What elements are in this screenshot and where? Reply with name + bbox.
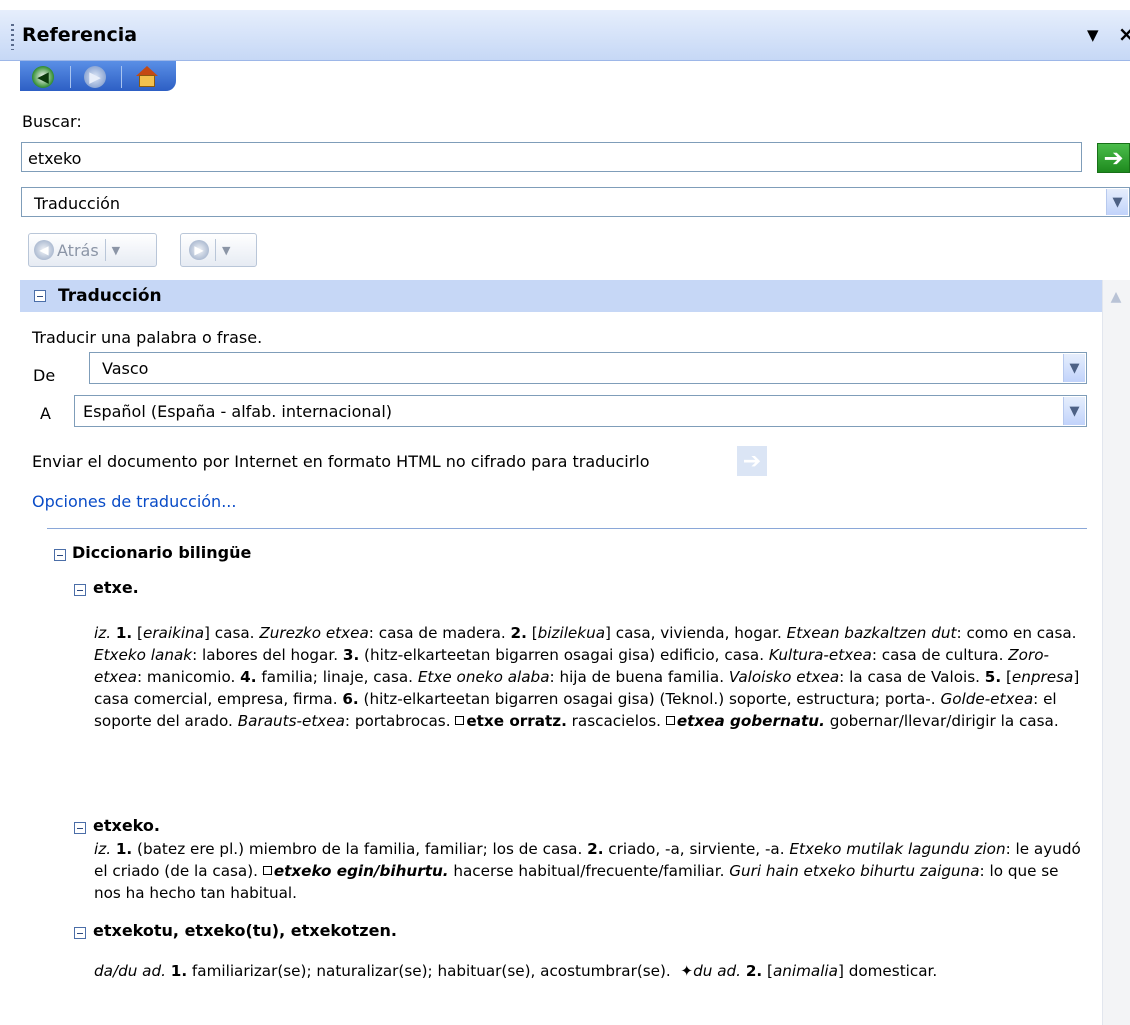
separator [215, 239, 216, 261]
entry-headword: etxekotu, etxeko(tu), etxekotzen. [93, 921, 397, 940]
section-header-translation[interactable] [20, 280, 1102, 312]
from-language-value: Vasco [102, 359, 149, 378]
nav-separator [121, 66, 122, 88]
chevron-down-icon: ▼ [1063, 354, 1085, 382]
collapse-icon[interactable] [74, 927, 86, 939]
top-strip [0, 0, 1130, 10]
to-language-select[interactable]: Español (España - alfab. internacional) … [74, 395, 1087, 427]
collapse-icon[interactable] [34, 290, 46, 302]
translation-options-link[interactable]: Opciones de traducción... [32, 492, 236, 511]
entry-headword: etxe. [93, 578, 139, 597]
scroll-up-icon[interactable]: ▲ [1102, 282, 1130, 312]
chevron-down-icon[interactable]: ▼ [222, 244, 230, 257]
forward-icon[interactable]: ▶ [84, 66, 106, 88]
from-label: De [33, 366, 56, 385]
entry-headword: etxeko. [93, 816, 160, 835]
service-select-value: Traducción [34, 194, 121, 213]
close-button[interactable]: × [1118, 22, 1130, 46]
start-search-button[interactable]: ➔ [1097, 143, 1130, 173]
back-icon: ◀ [34, 240, 54, 260]
from-language-select[interactable]: Vasco ▼ [89, 352, 1087, 384]
chevron-down-icon: ▼ [1063, 397, 1085, 425]
entry-definition: iz. 1. [eraikina] casa. Zurezko etxea: c… [94, 624, 1080, 730]
collapse-icon[interactable] [54, 549, 66, 561]
search-label: Buscar: [22, 112, 82, 131]
collapse-icon[interactable] [74, 822, 86, 834]
service-select[interactable]: Traducción ▼ [21, 187, 1130, 217]
vertical-scrollbar[interactable] [1102, 280, 1130, 1025]
arrow-right-icon: ➔ [742, 448, 762, 474]
entry-definition: da/du ad. 1. familiarizar(se); naturaliz… [94, 962, 938, 980]
section-title: Traducción [58, 286, 162, 306]
back-history-button[interactable]: ◀ Atrás ▼ [28, 233, 157, 267]
arrow-right-icon: ➔ [1103, 144, 1124, 172]
send-document-text: Enviar el documento por Internet en form… [32, 452, 650, 471]
entry-definition: iz. 1. (batez ere pl.) miembro de la fam… [94, 840, 1081, 902]
send-translate-button[interactable]: ➔ [737, 446, 767, 476]
forward-icon: ▶ [189, 240, 209, 260]
divider [47, 528, 1087, 529]
translation-description: Traducir una palabra o frase. [32, 328, 263, 347]
chevron-down-icon[interactable]: ▼ [112, 244, 120, 257]
chevron-down-icon: ▼ [1106, 189, 1128, 215]
search-input[interactable]: etxeko [21, 142, 1082, 172]
nav-separator [70, 66, 71, 88]
to-label: A [40, 404, 51, 423]
task-pane-menu-button[interactable]: ▼ [1087, 26, 1099, 44]
collapse-icon[interactable] [74, 584, 86, 596]
separator [104, 239, 106, 261]
task-pane-title: Referencia [22, 24, 138, 46]
dictionary-title: Diccionario bilingüe [72, 543, 252, 562]
back-label: Atrás [57, 240, 99, 260]
home-icon[interactable] [135, 66, 159, 88]
to-language-value: Español (España - alfab. internacional) [83, 402, 393, 421]
task-pane-header [0, 10, 1130, 61]
forward-history-button[interactable]: ▶ ▼ [180, 233, 257, 267]
drag-grip-icon[interactable] [11, 24, 14, 50]
back-icon[interactable]: ◀ [32, 66, 54, 88]
